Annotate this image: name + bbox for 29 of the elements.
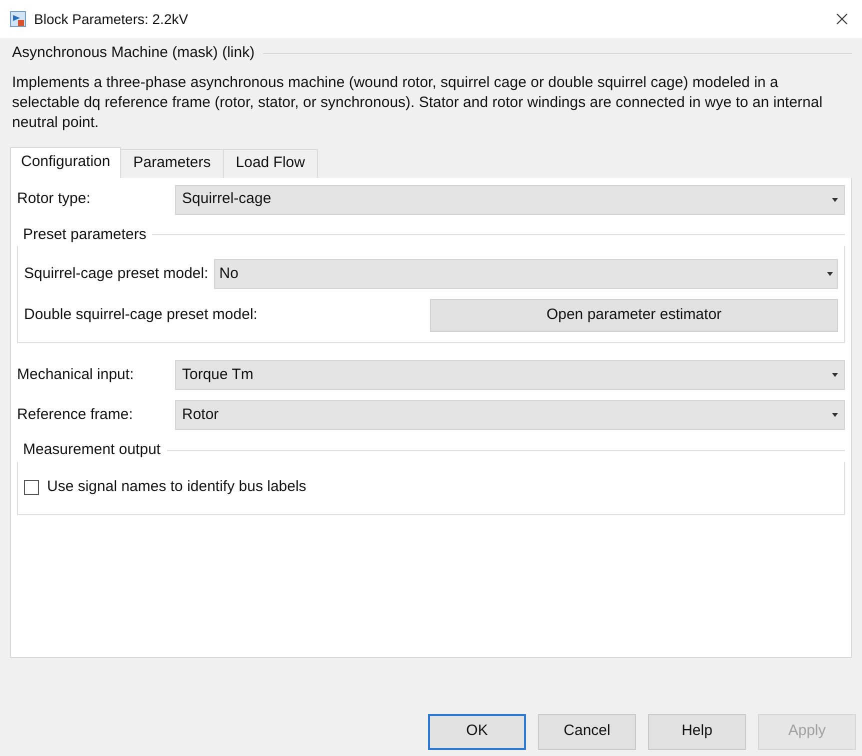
dialog-button[interactable]: Cancel (538, 714, 636, 750)
window-title: Block Parameters: 2.2kV (34, 10, 188, 28)
field-label: Rotor type: (17, 189, 92, 210)
tab[interactable]: Configuration (10, 146, 122, 178)
group-title: Preset parameters (22, 224, 148, 244)
field-label: Mechanical input: (17, 364, 135, 385)
caret-icon (827, 272, 833, 276)
dropdown[interactable]: Rotor (175, 400, 845, 430)
checkbox[interactable] (24, 480, 39, 495)
dropdown[interactable]: Squirrel-cage (175, 184, 845, 214)
description: Implements a three-phase asynchronous machine (wound rotor, squirrel cage or double squirrel cage) modeled in a selectable dq reference frame (rotor, stator, or synchronous). Stator and rotor windings are connected in wye to an internal neutral point. (11, 72, 824, 132)
close-icon (836, 13, 848, 25)
caret-icon (832, 373, 838, 377)
field-label: Double squirrel-cage preset model: (24, 304, 258, 325)
dialog-button[interactable]: OK (428, 714, 526, 750)
tab[interactable]: Load Flow (224, 148, 318, 178)
group-title: Asynchronous Machine (mask) (link) (11, 43, 256, 63)
dropdown[interactable]: Torque Tm (175, 360, 845, 390)
field-label: Squirrel-cage preset model: (24, 264, 208, 284)
caret-icon (832, 198, 838, 202)
field-label: Reference frame: (17, 404, 134, 425)
caret-icon (832, 413, 838, 417)
tab[interactable]: Parameters (121, 148, 224, 178)
dropdown[interactable]: No (214, 259, 838, 289)
checkbox-label: Use signal names to identify bus labels (47, 477, 306, 498)
dialog-button[interactable]: Help (648, 714, 746, 750)
group-title: Measurement output (22, 440, 162, 460)
estimator-button[interactable]: Open parameter estimator (430, 298, 838, 332)
app-icon (10, 11, 26, 27)
